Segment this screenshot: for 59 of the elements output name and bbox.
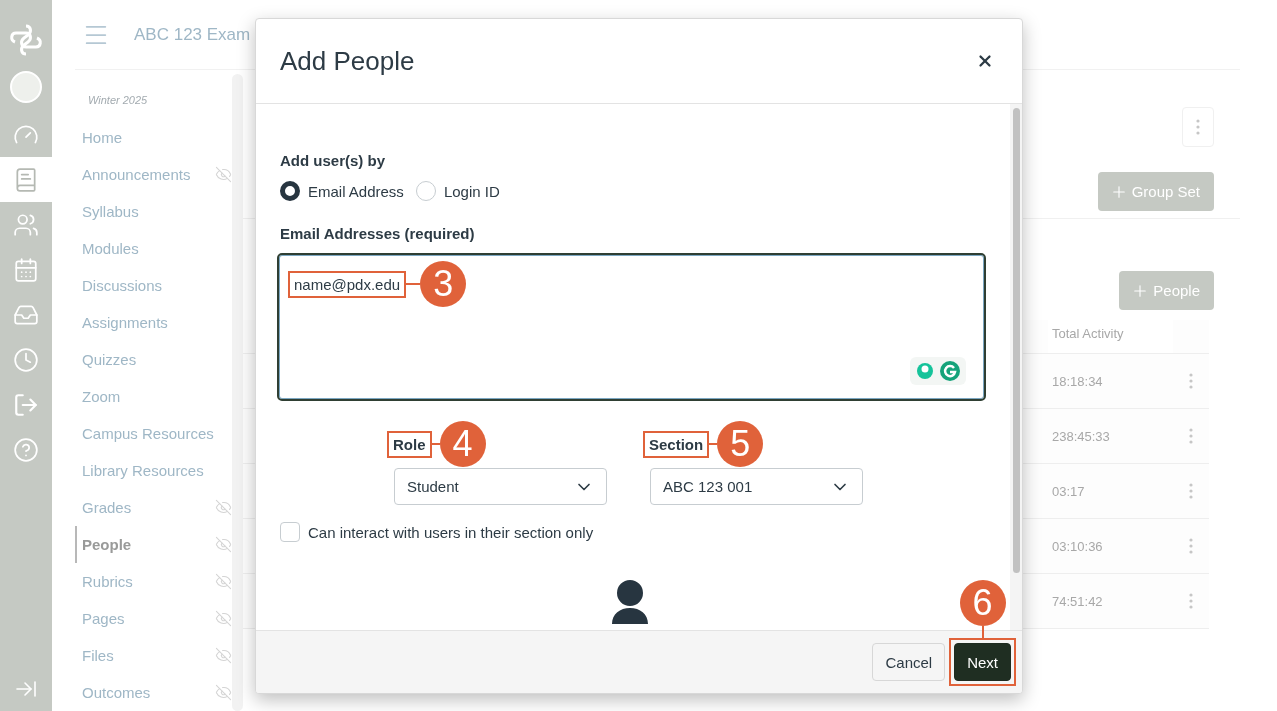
leader-line [406,283,421,285]
checkbox[interactable] [280,522,300,542]
field-label: Add user(s) by [280,152,386,169]
course-nav-link[interactable]: Campus Resources [75,415,232,452]
options-button[interactable] [1182,107,1214,147]
kebab-icon [1196,119,1200,135]
field-label: Role [393,435,426,453]
people-icon[interactable] [13,211,39,238]
dialog-title: Add People [280,45,415,77]
nav-scrollbar[interactable] [232,74,243,711]
course-nav-link[interactable]: Assignments [75,304,232,341]
calendar-icon[interactable] [13,256,39,283]
field-label: Section [649,435,704,453]
course-nav-link[interactable]: Discussions [75,267,232,304]
course-nav-link[interactable]: Quizzes [75,341,232,378]
course-nav-link[interactable]: Zoom [75,378,232,415]
email-field[interactable]: name@pdx.edu 3 [277,253,986,401]
email-value: name@pdx.edu [294,275,401,293]
term-label: Winter 2025 [87,94,149,106]
role-select[interactable]: Student [394,468,607,505]
dialog-scrollbar[interactable] [1012,108,1020,573]
course-nav-link[interactable]: Library Resources [75,452,232,489]
group-set-button[interactable]: Group Set [1097,172,1214,211]
kebab-icon[interactable] [1189,428,1193,444]
callout-number: 4 [439,421,486,467]
course-nav-link[interactable]: Grades [75,489,232,526]
close-icon[interactable] [976,52,994,70]
field-label: Email Addresses (required) [280,225,475,242]
course-nav-link[interactable]: Modules [75,230,232,267]
course-nav-link[interactable]: Syllabus [75,193,232,230]
course-nav-link[interactable]: Home [75,119,232,156]
clock-icon[interactable] [13,346,39,373]
course-title[interactable]: ABC 123 Exam [134,24,251,45]
kebab-icon[interactable] [1189,483,1193,499]
grammarly-icon[interactable] [910,357,966,385]
radio-label[interactable]: Login ID [443,182,500,200]
logo-icon[interactable] [8,22,44,58]
callout-number: 5 [717,421,764,467]
kebab-icon[interactable] [1189,373,1193,389]
add-people-button[interactable]: People [1119,271,1214,310]
callout-number: 6 [959,580,1006,626]
rail-highlight[interactable] [0,157,52,202]
kebab-icon[interactable] [1189,593,1193,609]
course-nav-link[interactable]: Files [75,637,232,674]
course-nav-link[interactable]: Outcomes [75,674,232,711]
checkbox-label[interactable]: Can interact with users in their section only [308,523,594,541]
radio-button[interactable] [280,181,300,201]
help-icon[interactable] [13,436,39,463]
book-icon[interactable] [13,166,39,193]
kebab-icon[interactable] [1189,538,1193,554]
next-button[interactable]: Next [954,643,1011,681]
callout-number: 3 [420,261,467,307]
radio-label[interactable]: Email Address [308,182,404,200]
course-nav-link[interactable]: Announcements [75,156,232,193]
course-nav-link[interactable]: Pages [75,600,232,637]
avatar-icon[interactable] [10,71,42,103]
cancel-button[interactable]: Cancel [872,643,946,681]
section-select[interactable]: ABC 123 001 [650,468,863,505]
course-nav-link[interactable]: Rubrics [75,563,232,600]
